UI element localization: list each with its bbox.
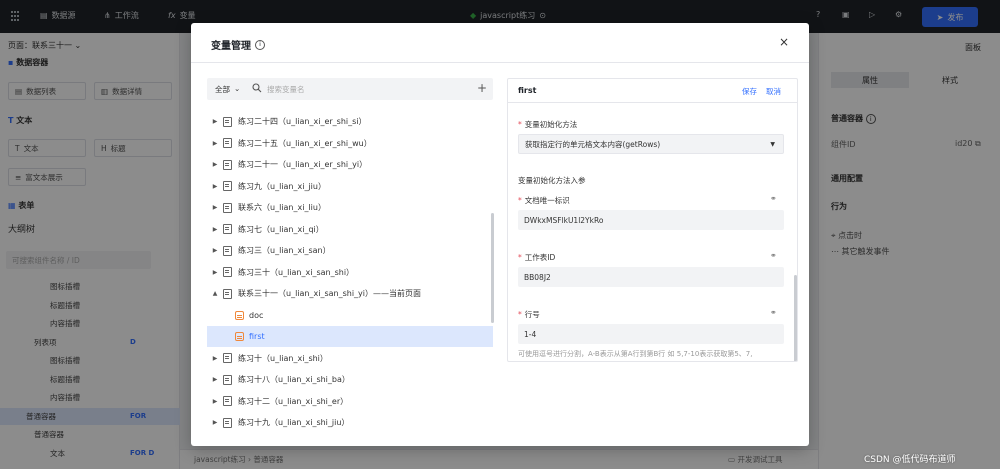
page-group-item[interactable]: ▶ 练习十二（u_lian_xi_shi_er） xyxy=(207,391,493,412)
page-icon xyxy=(223,353,232,363)
expand-arrow-icon[interactable]: ▶ xyxy=(207,204,223,211)
sheet-id-label: * 工作表ID xyxy=(518,253,556,262)
link-icon[interactable]: ⚭ xyxy=(770,308,777,317)
expand-arrow-icon[interactable]: ▶ xyxy=(207,419,223,426)
close-button[interactable]: × xyxy=(779,35,789,49)
expand-arrow-icon[interactable]: ▶ xyxy=(207,355,223,362)
expand-arrow-icon[interactable]: ▶ xyxy=(207,118,223,125)
expand-arrow-icon[interactable]: ▶ xyxy=(207,247,223,254)
detail-scrollbar[interactable] xyxy=(794,275,797,361)
page-icon xyxy=(223,374,232,385)
row-hint: 可使用逗号进行分割，A-B表示从第A行到第B行 如 5,7-10表示获取第5、7… xyxy=(518,350,753,358)
page-icon xyxy=(223,396,232,406)
item-label: 练习十九（u_lian_xi_shi_jiu） xyxy=(238,418,350,427)
page-icon xyxy=(223,245,232,256)
page-group-item[interactable]: ▶ 练习三十（u_lian_xi_san_shi） xyxy=(207,262,493,283)
item-label: 练习十（u_lian_xi_shi） xyxy=(238,353,328,363)
row-field[interactable]: 1-4 xyxy=(518,324,784,344)
expand-arrow-icon[interactable]: ▶ xyxy=(207,161,223,168)
item-label: 练习三十（u_lian_xi_san_shi） xyxy=(238,267,355,277)
page-icon xyxy=(223,288,232,299)
list-scrollbar[interactable] xyxy=(491,213,494,323)
item-label: 练习二十一（u_lian_xi_er_shi_yi） xyxy=(238,160,368,169)
cancel-button[interactable]: 取消 xyxy=(766,86,781,97)
page-group-item[interactable]: ▶ 练习三（u_lian_xi_san） xyxy=(207,240,493,261)
required-mark: * xyxy=(518,120,522,129)
page-group-item[interactable]: ▲ 联系三十一（u_lian_xi_san_shi_yi）——当前页面 xyxy=(207,283,493,304)
variable-tree: ▶ 练习二十四（u_lian_xi_er_shi_si） ▶ 练习二十五（u_lian… xyxy=(207,111,495,441)
doc-id-field[interactable]: DWkxMSFlkU1l2YkRo xyxy=(518,210,784,230)
item-label: 联系六（u_lian_xi_liu） xyxy=(238,203,326,212)
page-icon xyxy=(223,202,232,213)
required-mark: * xyxy=(518,196,522,205)
item-label: 练习十八（u_lian_xi_shi_ba） xyxy=(238,375,350,384)
page-group-item[interactable]: ▶ 练习二十一（u_lian_xi_er_shi_yi） xyxy=(207,154,493,175)
variable-manager-dialog: 变量管理i × 全部⌄ + ▶ 练习二十四（u_lian_xi_er_shi_si… xyxy=(191,23,809,446)
variable-icon xyxy=(235,310,244,320)
scope-filter-dropdown[interactable]: 全部 ⌄ xyxy=(215,84,240,95)
search-input[interactable] xyxy=(267,81,467,97)
expand-arrow-icon[interactable]: ▶ xyxy=(207,226,223,233)
variable-item[interactable]: doc xyxy=(207,305,493,326)
page-icon xyxy=(223,116,232,127)
page-icon xyxy=(223,181,232,191)
expand-arrow-icon[interactable]: ▶ xyxy=(207,269,223,276)
sheet-id-field[interactable]: BB08J2 xyxy=(518,267,784,287)
page-icon xyxy=(223,417,232,428)
expand-arrow-icon[interactable]: ▶ xyxy=(207,183,223,190)
item-label: doc xyxy=(249,310,264,320)
page-group-item[interactable]: ▶ 练习九（u_lian_xi_jiu） xyxy=(207,176,493,197)
required-mark: * xyxy=(518,253,522,262)
expand-arrow-icon[interactable]: ▶ xyxy=(207,398,223,405)
link-icon[interactable]: ⚭ xyxy=(770,251,777,260)
page-group-item[interactable]: ▶ 练习二十四（u_lian_xi_er_shi_si） xyxy=(207,111,493,132)
expand-arrow-icon[interactable]: ▶ xyxy=(207,140,223,147)
page-group-item[interactable]: ▶ 练习七（u_lian_xi_qi） xyxy=(207,219,493,240)
collapse-arrow-icon[interactable]: ▲ xyxy=(207,290,223,297)
page-icon xyxy=(223,159,232,170)
params-header: 变量初始化方法入参 xyxy=(518,176,586,185)
page-icon xyxy=(223,224,232,234)
item-label: 练习三（u_lian_xi_san） xyxy=(238,246,331,255)
page-group-item[interactable]: ▶ 练习十（u_lian_xi_shi） xyxy=(207,348,493,369)
page-group-item[interactable]: ▶ 练习十九（u_lian_xi_shi_jiu） xyxy=(207,412,493,433)
item-label: 练习九（u_lian_xi_jiu） xyxy=(238,181,326,191)
item-label: 联系三十一（u_lian_xi_san_shi_yi）——当前页面 xyxy=(238,289,422,298)
link-icon[interactable]: ⚭ xyxy=(770,194,777,203)
required-mark: * xyxy=(518,310,522,319)
item-label: first xyxy=(249,332,265,341)
init-method-label: * 变量初始化方法 xyxy=(518,120,578,129)
item-label: 练习七（u_lian_xi_qi） xyxy=(238,224,324,234)
search-icon xyxy=(252,83,262,93)
expand-arrow-icon[interactable]: ▶ xyxy=(207,376,223,383)
variable-name: first xyxy=(518,86,537,95)
doc-id-label: * 文档唯一标识 xyxy=(518,196,570,205)
page-group-item[interactable]: ▶ 联系六（u_lian_xi_liu） xyxy=(207,197,493,218)
variable-item[interactable]: first xyxy=(207,326,493,347)
dropdown-arrow-icon: ▼ xyxy=(770,140,775,148)
chevron-down-icon: ⌄ xyxy=(234,84,241,93)
info-icon[interactable]: i xyxy=(255,39,265,50)
item-label: 练习十二（u_lian_xi_shi_er） xyxy=(238,396,349,406)
page-icon xyxy=(223,138,232,148)
dialog-header: 变量管理 i × xyxy=(191,23,809,63)
variable-search-bar: 全部⌄ + xyxy=(207,78,493,100)
detail-header: first 保存 取消 xyxy=(508,79,797,103)
dialog-title: 变量管理 i xyxy=(211,37,265,52)
add-variable-button[interactable]: + xyxy=(477,81,487,95)
save-button[interactable]: 保存 xyxy=(742,86,757,97)
page-icon xyxy=(223,267,232,277)
item-label: 练习二十四（u_lian_xi_er_shi_si） xyxy=(238,117,367,126)
watermark: CSDN @低代码布道师 xyxy=(864,455,956,465)
row-label: * 行号 xyxy=(518,310,540,319)
item-label: 练习二十五（u_lian_xi_er_shi_wu） xyxy=(238,138,372,148)
init-method-select[interactable]: 获取指定行的单元格文本内容(getRows) ▼ xyxy=(518,134,784,154)
variable-icon xyxy=(235,332,244,341)
page-group-item[interactable]: ▶ 练习十八（u_lian_xi_shi_ba） xyxy=(207,369,493,390)
variable-detail-panel: first 保存 取消 * 变量初始化方法 获取指定行的单元格文本内容(getRo… xyxy=(507,78,798,362)
page-group-item[interactable]: ▶ 练习二十五（u_lian_xi_er_shi_wu） xyxy=(207,133,493,154)
